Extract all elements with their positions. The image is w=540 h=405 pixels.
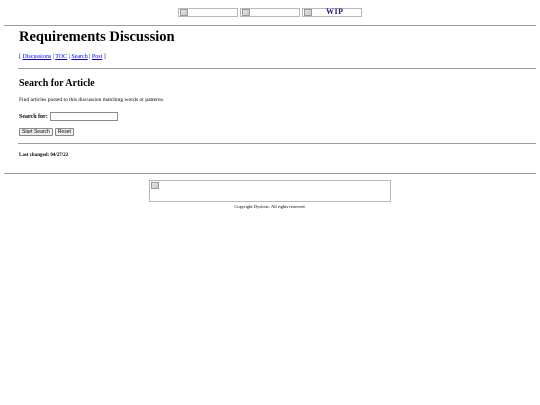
search-input[interactable]	[49, 112, 118, 121]
wip-label: WIP	[326, 7, 344, 16]
reset-button[interactable]: Reset	[54, 128, 74, 136]
footer-divider	[4, 173, 536, 174]
nav-image-link-1[interactable]	[178, 8, 238, 17]
link-search[interactable]: Search	[71, 54, 87, 60]
page-title: Requirements Discussion	[19, 29, 175, 45]
broken-image-icon	[304, 9, 312, 16]
nav-image-link-2[interactable]	[240, 8, 300, 17]
nav-image-link-wip[interactable]: WIP	[302, 7, 362, 17]
top-divider	[4, 25, 536, 26]
broken-image-icon	[151, 182, 159, 189]
search-row: Search for:	[19, 112, 118, 121]
form-buttons: Start Search Reset	[19, 128, 74, 136]
section-divider	[18, 68, 536, 69]
broken-image-icon	[242, 9, 250, 16]
link-post[interactable]: Post	[92, 54, 102, 60]
bottom-section-divider	[18, 143, 536, 144]
top-nav-bar: WIP	[178, 7, 362, 17]
copyright-text: Copyright Dysfrsic. All rights reserved.	[234, 204, 306, 209]
footer-banner-image[interactable]	[149, 180, 391, 202]
last-changed: Last changed: 04/27/22	[19, 153, 69, 158]
link-toc[interactable]: TOC	[55, 54, 67, 60]
broken-image-icon	[180, 9, 188, 16]
link-discussions[interactable]: Discussions	[23, 54, 52, 60]
nav-links: [ Discussions | TOC | Search | Post ]	[19, 54, 106, 60]
start-search-button[interactable]: Start Search	[19, 128, 53, 136]
search-label: Search for:	[19, 113, 48, 120]
bracket-close: ]	[102, 54, 106, 60]
section-heading: Search for Article	[19, 78, 95, 89]
search-description: Find articles posted to this discussion …	[19, 97, 165, 103]
